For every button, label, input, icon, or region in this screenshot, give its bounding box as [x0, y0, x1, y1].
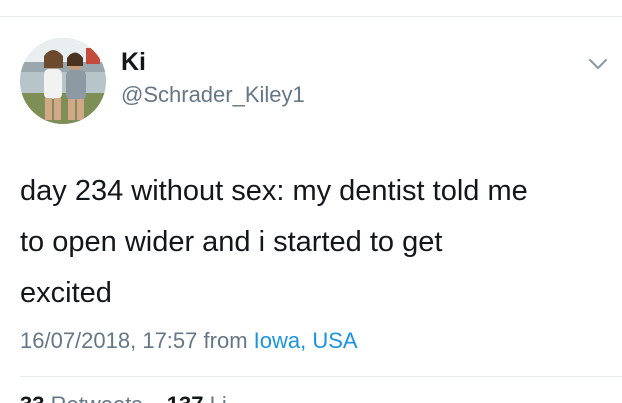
avatar-photo — [20, 38, 106, 124]
location-link[interactable]: Iowa, USA — [254, 328, 358, 353]
retweets-label[interactable]: Retweets — [51, 392, 143, 403]
retweets-count[interactable]: 33 — [20, 392, 44, 403]
chevron-down-icon[interactable] — [586, 54, 610, 74]
likes-label[interactable]: Li — [210, 392, 227, 403]
from-label: from — [203, 328, 248, 353]
tweet-card: Ki @Schrader_Kiley1 day 234 without sex:… — [0, 0, 622, 403]
timestamp[interactable]: 16/07/2018, 17:57 — [20, 328, 197, 353]
likes-count[interactable]: 137 — [167, 392, 204, 403]
avatar[interactable] — [20, 38, 106, 124]
author-name[interactable]: Ki — [121, 48, 146, 76]
bottom-divider — [20, 376, 622, 377]
tweet-text: day 234 without sex: my dentist told me … — [20, 175, 528, 309]
engagement-stats: 33 Retweets 137 Li — [20, 392, 227, 403]
author-handle[interactable]: @Schrader_Kiley1 — [121, 82, 305, 108]
tweet-meta: 16/07/2018, 17:57 from Iowa, USA — [20, 326, 358, 356]
top-divider — [0, 16, 622, 17]
